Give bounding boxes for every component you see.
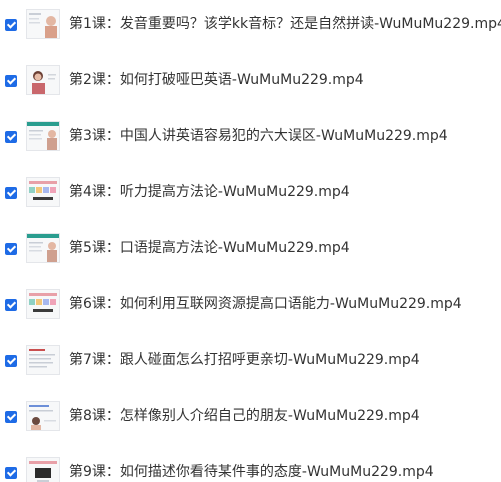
file-checkbox[interactable]: [5, 187, 17, 199]
file-row[interactable]: 第8课：怎样像别人介绍自己的朋友-WuMuMu229.mp4: [0, 392, 501, 442]
video-thumbnail-icon: [26, 289, 60, 319]
file-row[interactable]: 第7课：跟人碰面怎么打招呼更亲切-WuMuMu229.mp4: [0, 336, 501, 386]
file-checkbox[interactable]: [5, 19, 17, 31]
file-name[interactable]: 第7课：跟人碰面怎么打招呼更亲切-WuMuMu229.mp4: [69, 350, 420, 370]
file-row[interactable]: 第1课：发音重要吗？该学kk音标？还是自然拼读-WuMuMu229.mp4: [0, 0, 501, 50]
file-checkbox[interactable]: [5, 243, 17, 255]
file-name[interactable]: 第1课：发音重要吗？该学kk音标？还是自然拼读-WuMuMu229.mp4: [69, 14, 501, 34]
file-name[interactable]: 第9课：如何描述你看待某件事的态度-WuMuMu229.mp4: [69, 462, 434, 482]
file-checkbox[interactable]: [5, 299, 17, 311]
file-row[interactable]: 第2课：如何打破哑巴英语-WuMuMu229.mp4: [0, 56, 501, 106]
video-thumbnail-icon: [26, 65, 60, 95]
file-checkbox[interactable]: [5, 355, 17, 367]
video-thumbnail-icon: [26, 121, 60, 151]
file-row[interactable]: 第9课：如何描述你看待某件事的态度-WuMuMu229.mp4: [0, 448, 501, 482]
file-row[interactable]: 第6课：如何利用互联网资源提高口语能力-WuMuMu229.mp4: [0, 280, 501, 330]
file-name[interactable]: 第2课：如何打破哑巴英语-WuMuMu229.mp4: [69, 70, 364, 90]
file-row[interactable]: 第4课：听力提高方法论-WuMuMu229.mp4: [0, 168, 501, 218]
video-thumbnail-icon: [26, 177, 60, 207]
file-row[interactable]: 第5课：口语提高方法论-WuMuMu229.mp4: [0, 224, 501, 274]
file-name[interactable]: 第4课：听力提高方法论-WuMuMu229.mp4: [69, 182, 350, 202]
video-thumbnail-icon: [26, 345, 60, 375]
file-name[interactable]: 第3课：中国人讲英语容易犯的六大误区-WuMuMu229.mp4: [69, 126, 448, 146]
file-checkbox[interactable]: [5, 131, 17, 143]
video-thumbnail-icon: [26, 401, 60, 431]
video-thumbnail-icon: [26, 457, 60, 482]
file-name[interactable]: 第8课：怎样像别人介绍自己的朋友-WuMuMu229.mp4: [69, 406, 420, 426]
file-checkbox[interactable]: [5, 75, 17, 87]
video-thumbnail-icon: [26, 9, 60, 39]
file-list: 第1课：发音重要吗？该学kk音标？还是自然拼读-WuMuMu229.mp4 第2课…: [0, 0, 501, 482]
file-row[interactable]: 第3课：中国人讲英语容易犯的六大误区-WuMuMu229.mp4: [0, 112, 501, 162]
file-name[interactable]: 第5课：口语提高方法论-WuMuMu229.mp4: [69, 238, 350, 258]
file-checkbox[interactable]: [5, 411, 17, 423]
file-name[interactable]: 第6课：如何利用互联网资源提高口语能力-WuMuMu229.mp4: [69, 294, 462, 314]
video-thumbnail-icon: [26, 233, 60, 263]
file-checkbox[interactable]: [5, 467, 17, 479]
